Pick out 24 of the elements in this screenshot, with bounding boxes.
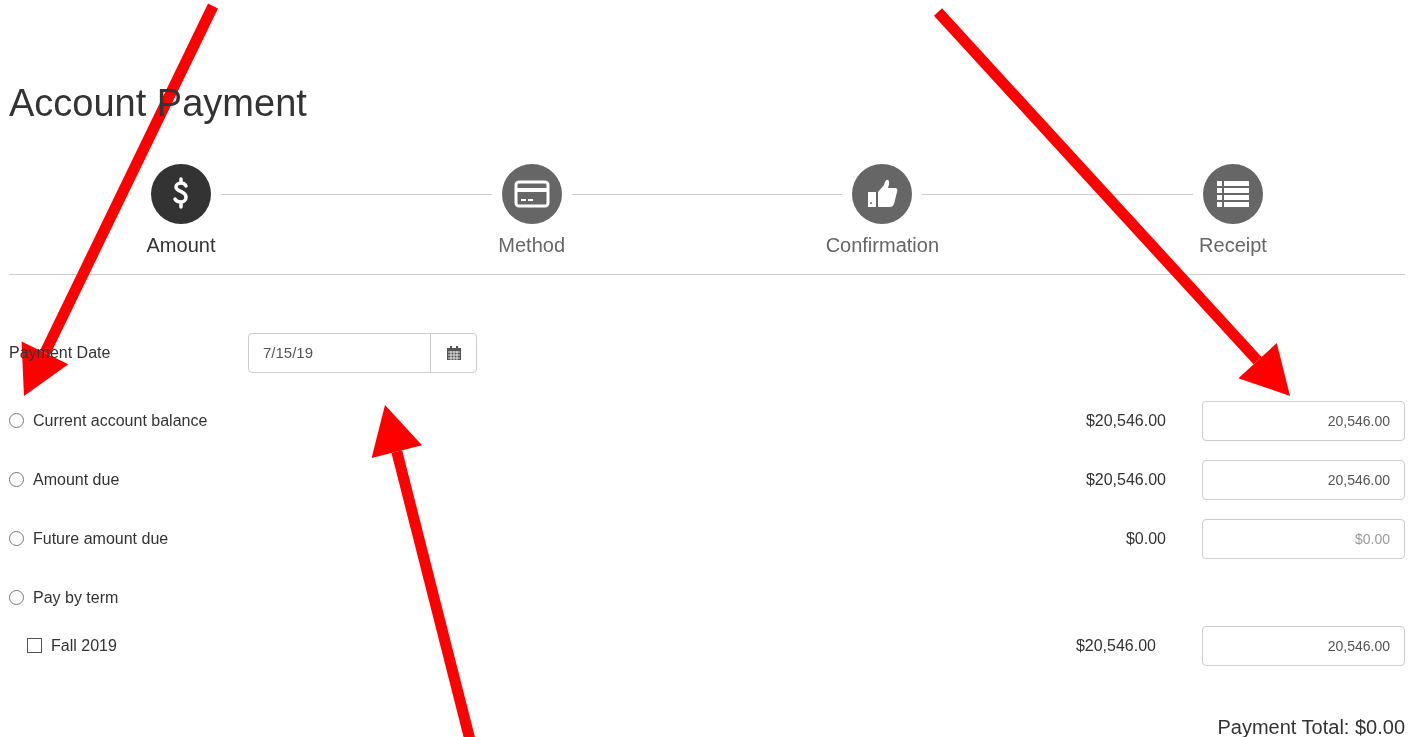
credit-card-icon (513, 180, 550, 208)
step-label[interactable]: Amount (146, 230, 216, 260)
amount-text: $20,546.00 (1075, 635, 1156, 656)
thumbs-up-icon (866, 178, 899, 210)
option-label: Current account balance (33, 410, 208, 431)
step-label[interactable]: Receipt (1199, 230, 1267, 260)
option-label: Amount due (33, 469, 120, 490)
amount-text: $0.00 (1125, 528, 1166, 549)
amount-field[interactable]: 20,546.00 (1202, 459, 1405, 500)
calendar-icon (445, 345, 462, 361)
checkbox[interactable] (27, 638, 42, 653)
amount-field[interactable]: 20,546.00 (1202, 400, 1405, 441)
date-field[interactable]: 7/15/19 (248, 333, 477, 373)
amount-text: $20,546.00 (1085, 410, 1166, 431)
option-label: Pay by term (33, 587, 119, 608)
amount-text: $20,546.00 (1085, 469, 1166, 490)
list-icon (1215, 180, 1250, 208)
step-label[interactable]: Confirmation (825, 230, 939, 260)
step-label[interactable]: Method (498, 230, 565, 260)
option-label: Future amount due (33, 528, 169, 549)
amount-field[interactable]: $0.00 (1202, 518, 1405, 559)
amount-field[interactable]: 20,546.00 (1202, 625, 1405, 666)
dollar-icon (171, 177, 191, 211)
option-label: Fall 2019 (51, 635, 117, 656)
